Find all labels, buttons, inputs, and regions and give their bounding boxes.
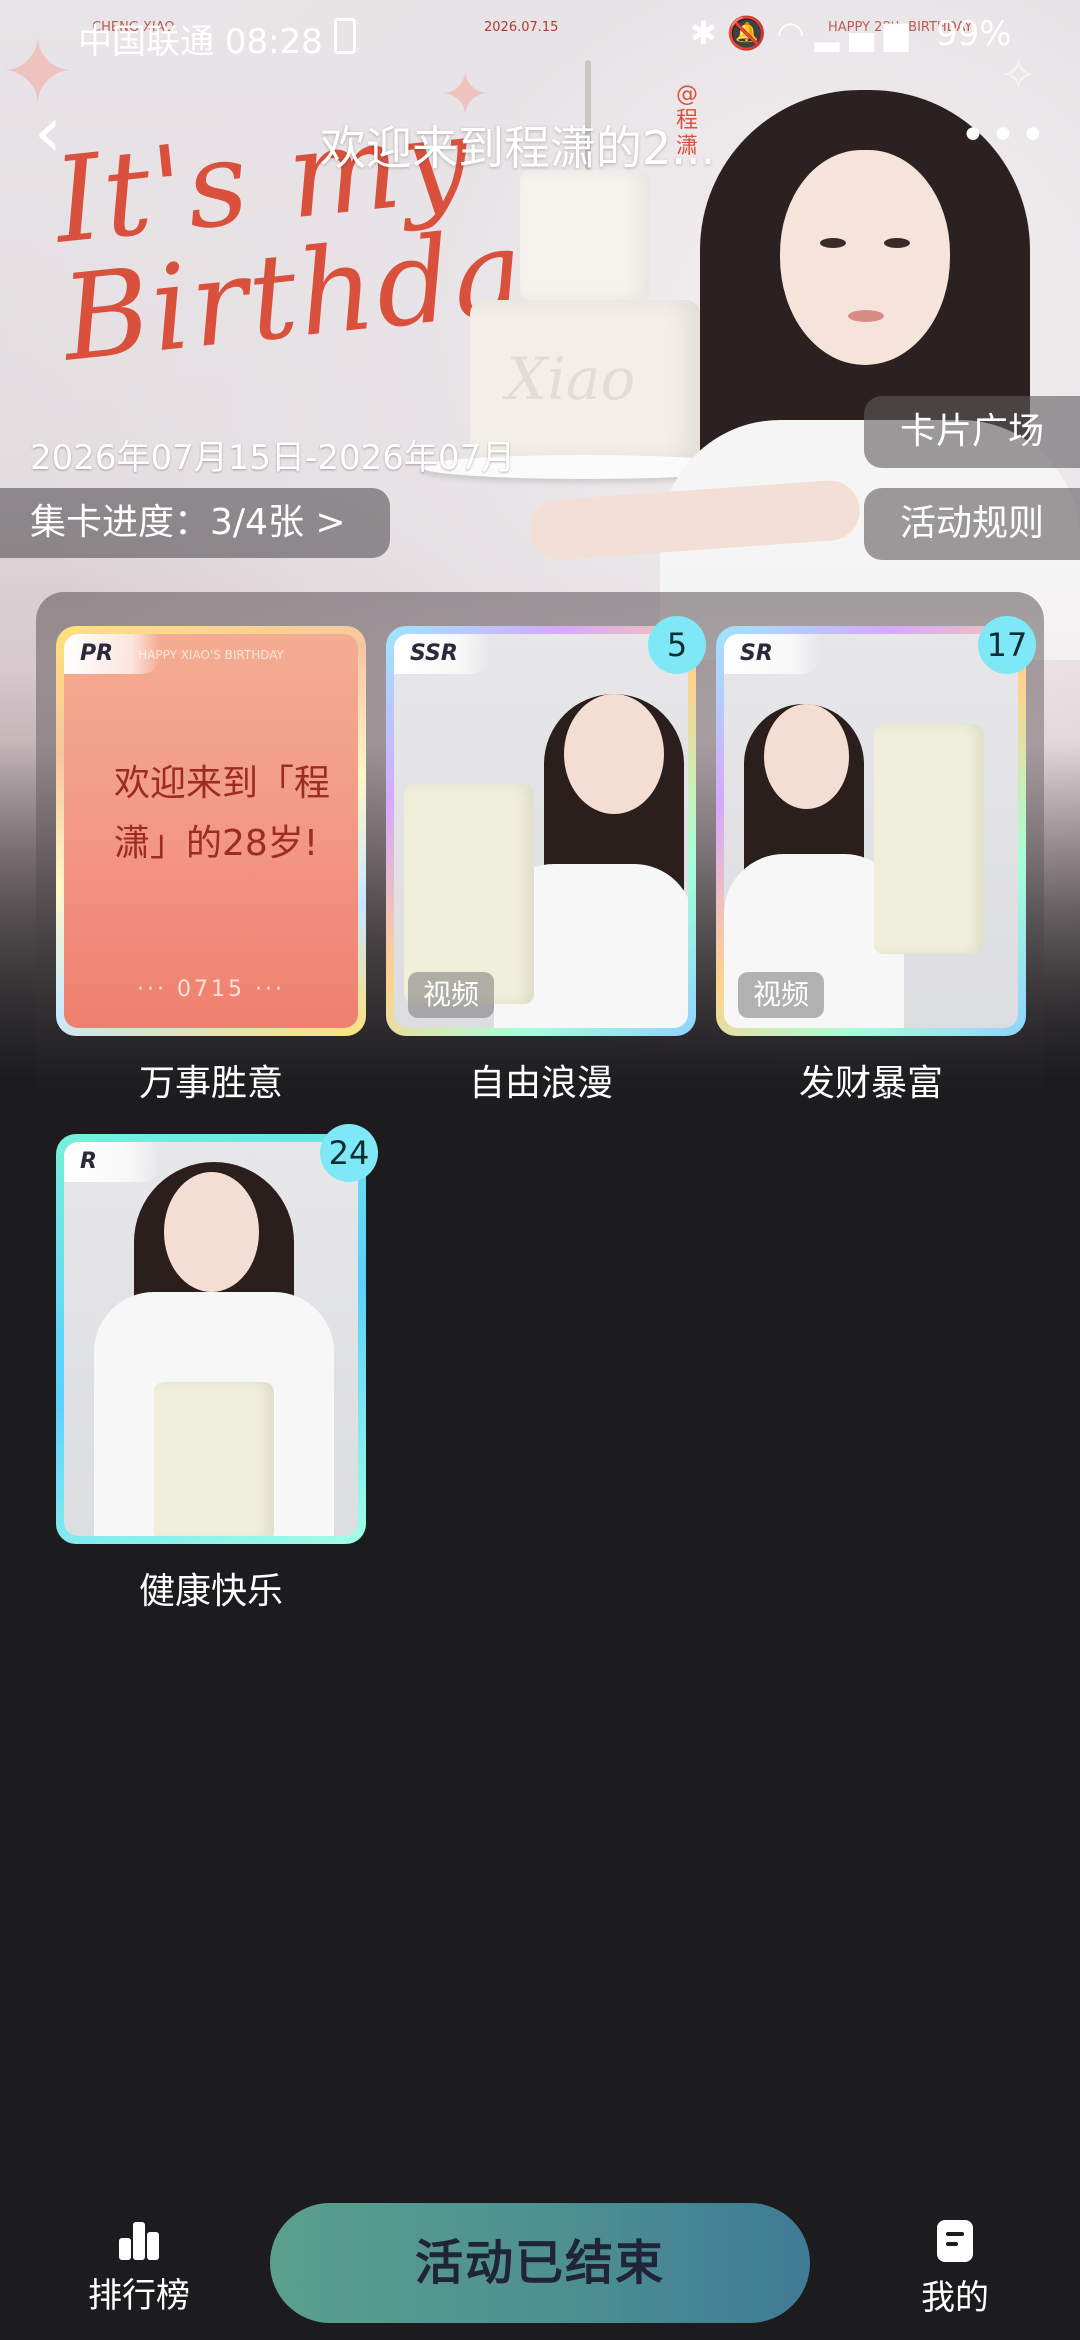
card-label: 健康快乐: [138, 1571, 283, 1612]
rarity-badge: SSR: [394, 634, 490, 674]
status-icons: ✱🔕◠▂▄▆: [690, 14, 918, 52]
card-item-pr[interactable]: HAPPY XIAO'S BIRTHDAY 欢迎来到「程潇」的28岁! ··· …: [56, 626, 366, 1036]
card-label: 发财暴富: [798, 1063, 943, 1104]
card-plaza-button[interactable]: 卡片广场: [864, 396, 1080, 468]
card-count-badge: 17: [978, 616, 1036, 674]
collection-progress-button[interactable]: 集卡进度：3/4张 >: [0, 488, 390, 558]
card-art-text: 欢迎来到「程潇」的28岁!: [114, 763, 331, 864]
card-count-badge: 5: [648, 616, 706, 674]
card-item-sr[interactable]: SR 视频: [716, 626, 1026, 1036]
video-tag: 视频: [408, 972, 494, 1018]
card-label: 自由浪漫: [468, 1063, 613, 1104]
more-dots-icon: •••: [960, 110, 1050, 161]
document-icon: [937, 2220, 973, 2262]
my-cards-button[interactable]: 我的: [900, 2220, 1010, 2319]
leaderboard-button[interactable]: 排行榜: [84, 2220, 194, 2317]
bar-chart-icon: [115, 2220, 163, 2260]
battery-percent: 99%: [936, 14, 1012, 54]
rarity-badge: R: [64, 1142, 160, 1182]
card-art: HAPPY XIAO'S BIRTHDAY 欢迎来到「程潇」的28岁! ··· …: [64, 634, 358, 1028]
page-title: 欢迎来到程潇的2...: [320, 121, 716, 175]
card-item-r[interactable]: R: [56, 1134, 366, 1544]
back-button[interactable]: ‹: [34, 97, 94, 167]
card-photo: [64, 1142, 358, 1536]
cake-script: Xiao: [506, 345, 636, 413]
activity-ended-button[interactable]: 活动已结束: [270, 2203, 810, 2323]
bluetooth-icon: ✱: [690, 14, 727, 52]
chevron-left-icon: ‹: [34, 91, 62, 173]
signal-icon: ▂▄▆: [814, 14, 919, 52]
card-label: 万事胜意: [138, 1063, 283, 1104]
my-cards-label: 我的: [921, 2278, 989, 2318]
rarity-badge: SR: [724, 634, 820, 674]
status-bar: 中国联通 08:28 ✱🔕◠▂▄▆ 99%: [0, 0, 1080, 74]
card-item-ssr[interactable]: SSR 视频: [386, 626, 696, 1036]
card-count-badge: 24: [320, 1124, 378, 1182]
more-button[interactable]: •••: [960, 110, 1050, 161]
mute-icon: 🔕: [726, 14, 777, 52]
card-art-foot: ··· 0715 ···: [137, 977, 285, 1002]
video-tag: 视频: [738, 972, 824, 1018]
activity-date-range: 2026年07月15日-2026年07月: [30, 438, 516, 478]
battery-saver-icon: [334, 18, 356, 54]
wifi-icon: ◠: [776, 14, 815, 52]
leaderboard-label: 排行榜: [88, 2276, 190, 2316]
card-photo: [394, 634, 688, 1028]
rarity-badge: PR: [64, 634, 160, 674]
activity-rules-button[interactable]: 活动规则: [864, 488, 1080, 560]
card-photo: [724, 634, 1018, 1028]
status-carrier-time: 中国联通 08:28: [78, 22, 323, 62]
